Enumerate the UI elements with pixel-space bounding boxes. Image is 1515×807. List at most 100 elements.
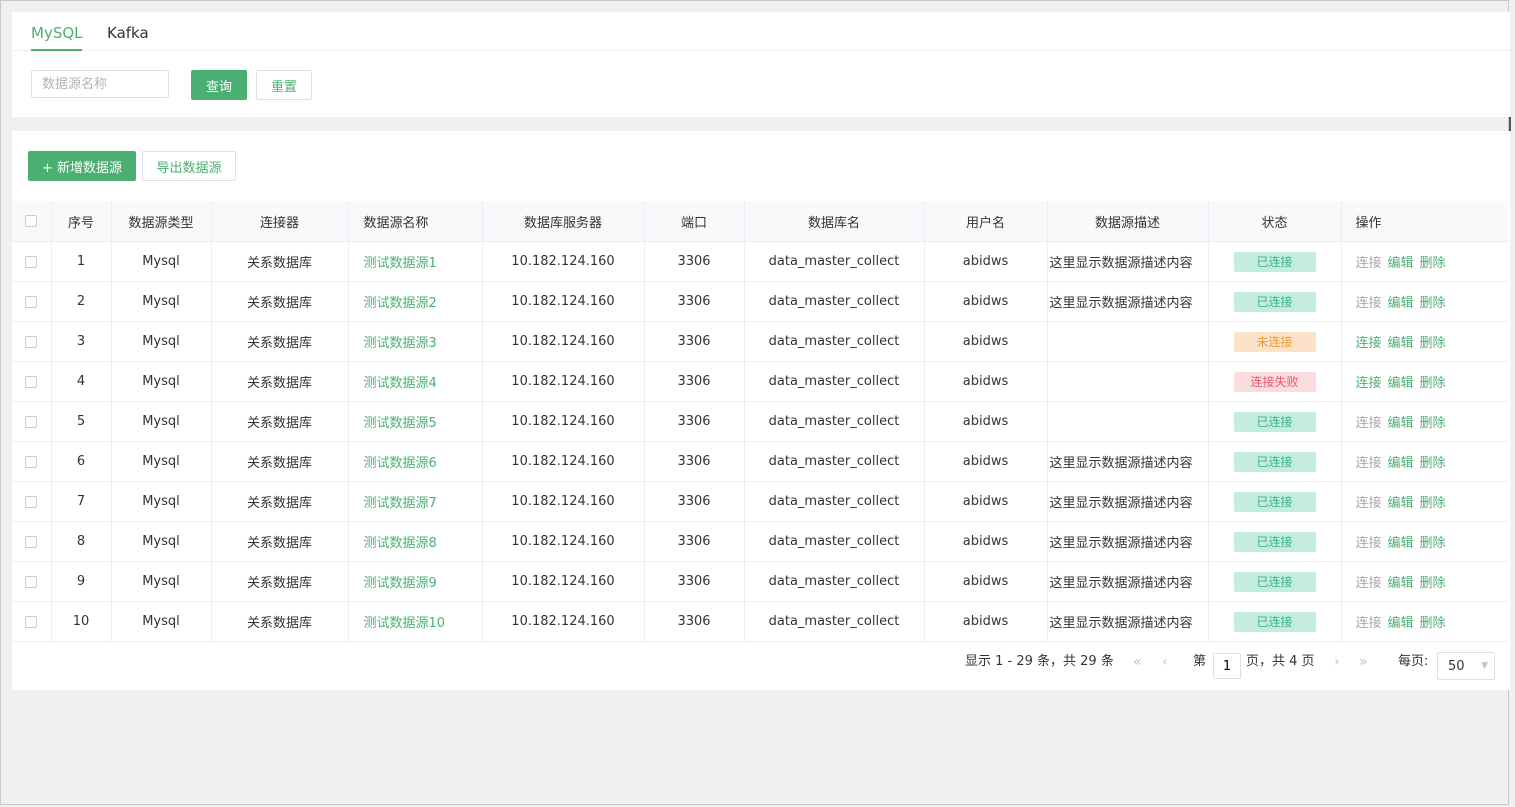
delete-action[interactable]: 删除: [1420, 416, 1446, 431]
cell-connector: 关系数据库: [211, 361, 349, 402]
edit-action[interactable]: 编辑: [1388, 336, 1414, 351]
cell-server: 10.182.124.160: [482, 601, 645, 642]
edit-action[interactable]: 编辑: [1388, 536, 1414, 551]
row-checkbox[interactable]: [25, 335, 38, 348]
edit-action[interactable]: 编辑: [1388, 496, 1414, 511]
status-badge: 连接失败: [1233, 371, 1316, 392]
table-row: 5 Mysql 关系数据库 测试数据源5 10.182.124.160 3306 data_…: [12, 401, 1508, 442]
table-row: 3 Mysql 关系数据库 测试数据源3 10.182.124.160 3306 data_…: [12, 321, 1508, 362]
delete-action[interactable]: 删除: [1420, 616, 1446, 631]
cell-desc: 这里显示数据源描述内容: [1047, 241, 1209, 282]
connect-action[interactable]: 连接: [1356, 336, 1382, 351]
delete-action[interactable]: 删除: [1420, 296, 1446, 311]
delete-action[interactable]: 删除: [1420, 336, 1446, 351]
row-select-cell[interactable]: [12, 481, 52, 522]
edit-action[interactable]: 编辑: [1388, 256, 1414, 271]
cell-db: data_master_collect: [744, 521, 925, 562]
row-checkbox[interactable]: [25, 535, 38, 548]
datasource-link[interactable]: 测试数据源7: [364, 496, 437, 511]
delete-action[interactable]: 删除: [1420, 256, 1446, 271]
row-select-cell[interactable]: [12, 521, 52, 562]
delete-action[interactable]: 删除: [1420, 536, 1446, 551]
edit-action[interactable]: 编辑: [1388, 416, 1414, 431]
row-select-cell[interactable]: [12, 321, 52, 362]
cell-connector: 关系数据库: [211, 601, 349, 642]
edit-action[interactable]: 编辑: [1388, 456, 1414, 471]
cell-actions: 连接 编辑 删除: [1341, 601, 1508, 642]
row-checkbox[interactable]: [25, 495, 38, 508]
next-page-icon[interactable]: ›: [1334, 654, 1340, 670]
reset-button[interactable]: 重置: [256, 70, 312, 100]
cell-user: abidws: [924, 561, 1048, 602]
delete-action[interactable]: 删除: [1420, 576, 1446, 591]
row-select-cell[interactable]: [12, 361, 52, 402]
cell-db: data_master_collect: [744, 321, 925, 362]
delete-action[interactable]: 删除: [1420, 456, 1446, 471]
first-page-icon[interactable]: «: [1133, 654, 1142, 670]
edit-action[interactable]: 编辑: [1388, 576, 1414, 591]
connect-action[interactable]: 连接: [1356, 416, 1382, 431]
row-checkbox[interactable]: [25, 295, 38, 308]
select-all-checkbox[interactable]: [25, 215, 38, 227]
table-row: 2 Mysql 关系数据库 测试数据源2 10.182.124.160 3306 data_…: [12, 281, 1508, 322]
datasource-link[interactable]: 测试数据源10: [364, 616, 446, 631]
select-all-cell[interactable]: [12, 201, 52, 242]
row-checkbox[interactable]: [25, 375, 38, 388]
header-server: 数据库服务器: [482, 201, 645, 242]
row-select-cell[interactable]: [12, 401, 52, 442]
cell-server: 10.182.124.160: [482, 521, 645, 562]
cell-no: 9: [51, 561, 112, 602]
connect-action[interactable]: 连接: [1356, 536, 1382, 551]
cell-status: 连接失败: [1208, 361, 1342, 402]
datasource-name-input[interactable]: [31, 70, 169, 98]
cell-name: 测试数据源4: [348, 361, 483, 402]
cell-port: 3306: [644, 441, 745, 482]
delete-action[interactable]: 删除: [1420, 496, 1446, 511]
row-checkbox[interactable]: [25, 415, 38, 428]
connect-action[interactable]: 连接: [1356, 456, 1382, 471]
row-select-cell[interactable]: [12, 241, 52, 282]
row-select-cell[interactable]: [12, 601, 52, 642]
edit-action[interactable]: 编辑: [1388, 376, 1414, 391]
edit-action[interactable]: 编辑: [1388, 296, 1414, 311]
datasource-link[interactable]: 测试数据源2: [364, 296, 437, 311]
cell-type: Mysql: [111, 281, 212, 322]
last-page-icon[interactable]: »: [1359, 654, 1368, 670]
datasource-link[interactable]: 测试数据源8: [364, 536, 437, 551]
datasource-link[interactable]: 测试数据源5: [364, 416, 437, 431]
cell-user: abidws: [924, 601, 1048, 642]
row-checkbox[interactable]: [25, 255, 38, 268]
connect-action[interactable]: 连接: [1356, 376, 1382, 391]
tab-kafka[interactable]: Kafka: [107, 24, 149, 42]
row-checkbox[interactable]: [25, 575, 38, 588]
current-page-input[interactable]: [1213, 653, 1241, 679]
cell-port: 3306: [644, 601, 745, 642]
cell-type: Mysql: [111, 241, 212, 282]
row-select-cell[interactable]: [12, 441, 52, 482]
cell-status: 已连接: [1208, 601, 1342, 642]
delete-action[interactable]: 删除: [1420, 376, 1446, 391]
row-select-cell[interactable]: [12, 281, 52, 322]
datasource-link[interactable]: 测试数据源9: [364, 576, 437, 591]
row-checkbox[interactable]: [25, 455, 38, 468]
connect-action[interactable]: 连接: [1356, 616, 1382, 631]
datasource-link[interactable]: 测试数据源3: [364, 336, 437, 351]
datasource-link[interactable]: 测试数据源6: [364, 456, 437, 471]
row-select-cell[interactable]: [12, 561, 52, 602]
connect-action[interactable]: 连接: [1356, 576, 1382, 591]
header-type: 数据源类型: [111, 201, 212, 242]
export-datasource-button[interactable]: 导出数据源: [142, 151, 236, 181]
prev-page-icon[interactable]: ‹: [1162, 654, 1168, 670]
add-datasource-button[interactable]: + 新增数据源: [28, 151, 136, 181]
datasource-link[interactable]: 测试数据源1: [364, 256, 437, 271]
edit-action[interactable]: 编辑: [1388, 616, 1414, 631]
connect-action[interactable]: 连接: [1356, 296, 1382, 311]
status-badge: 已连接: [1233, 611, 1316, 632]
connect-action[interactable]: 连接: [1356, 256, 1382, 271]
row-checkbox[interactable]: [25, 615, 38, 628]
per-page-select[interactable]: 50 ▼: [1437, 652, 1495, 680]
query-button[interactable]: 查询: [191, 70, 247, 100]
datasource-link[interactable]: 测试数据源4: [364, 376, 437, 391]
connect-action[interactable]: 连接: [1356, 496, 1382, 511]
tab-mysql[interactable]: MySQL: [31, 24, 83, 42]
